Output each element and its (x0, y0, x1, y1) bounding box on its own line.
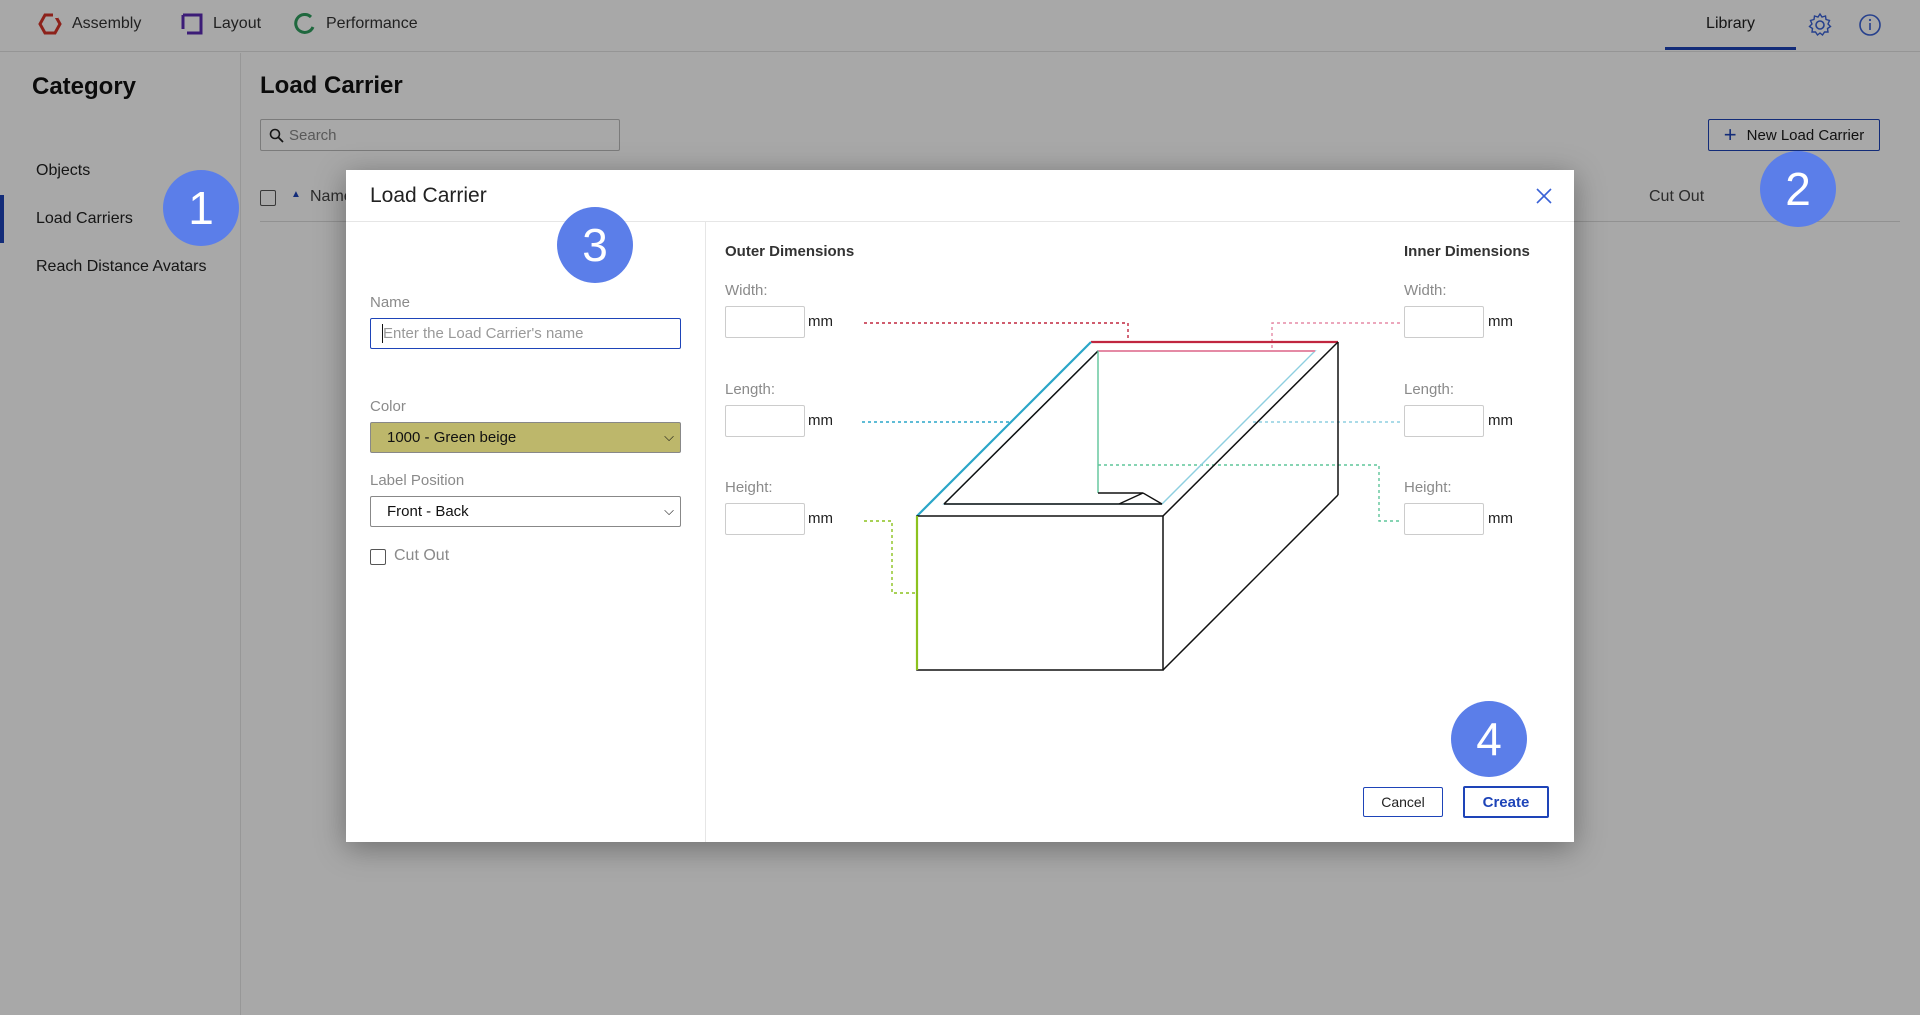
cancel-button[interactable]: Cancel (1363, 787, 1443, 817)
box-inner-rim (942, 350, 1317, 505)
create-button[interactable]: Create (1463, 786, 1549, 818)
load-carrier-box-diagram (862, 322, 1400, 671)
step-marker-3: 3 (557, 207, 633, 283)
step-marker-4: 4 (1451, 701, 1527, 777)
load-carrier-dialog: Load Carrier Name Color 1000 - Green bei… (346, 170, 1574, 842)
inner-width-leader (1271, 322, 1400, 350)
box-inner-floor (1098, 492, 1163, 505)
box-outer-front-face (916, 515, 1164, 671)
box-inner-left-edge (943, 350, 1099, 505)
step-marker-2: 2 (1760, 151, 1836, 227)
box-outer-top-right (1162, 341, 1339, 517)
step-marker-1: 1 (163, 170, 239, 246)
outer-height-leader (864, 520, 916, 594)
box-outer-top-left (916, 341, 1092, 517)
outer-width-leader (864, 322, 1129, 341)
box-outer-bottom-right (1162, 494, 1339, 671)
